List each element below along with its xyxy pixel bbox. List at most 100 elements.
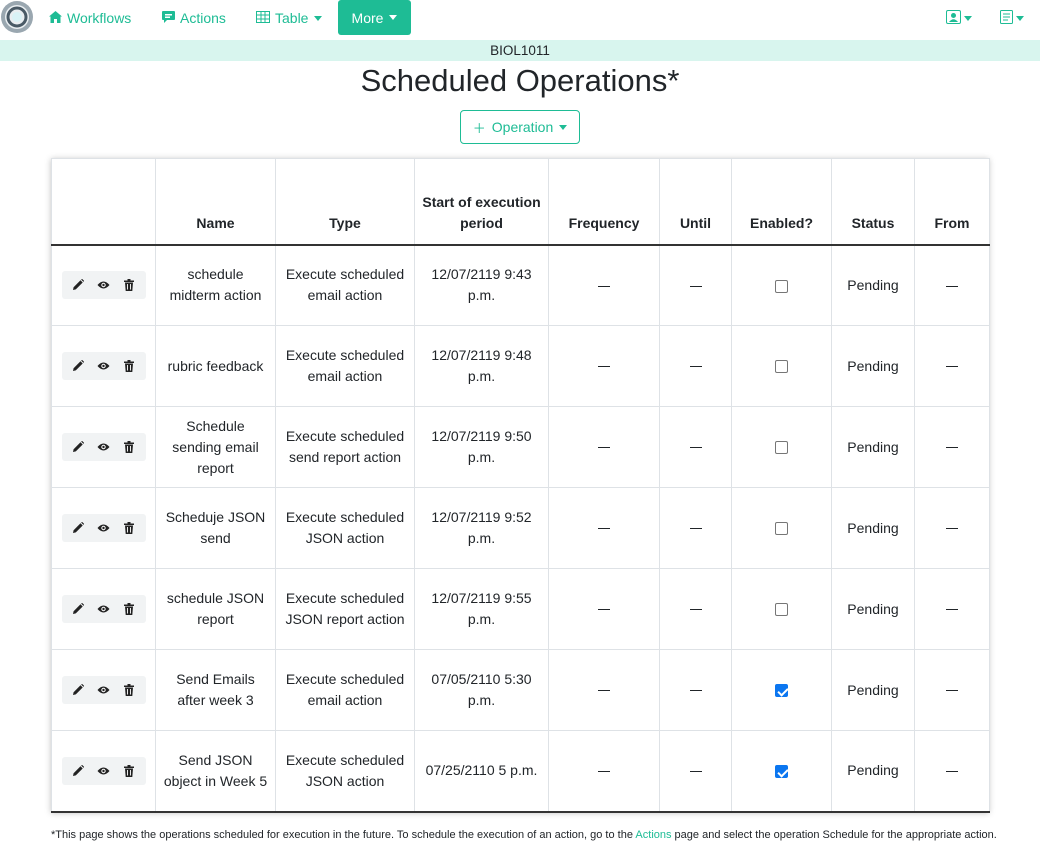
- row-operations-cell: [51, 325, 156, 407]
- empty-dash: [598, 771, 610, 773]
- row-operations-group: [61, 352, 146, 380]
- enabled-checkbox[interactable]: [775, 765, 788, 779]
- row-operations-group: [61, 514, 146, 542]
- column-header-from[interactable]: From: [914, 158, 990, 246]
- view-eye-icon[interactable]: [96, 359, 110, 373]
- empty-dash: [946, 447, 958, 449]
- view-eye-icon[interactable]: [96, 602, 110, 616]
- nav-more-dropdown[interactable]: More: [338, 0, 411, 35]
- table-header-row: Name Type Start of execution period Freq…: [51, 158, 990, 246]
- empty-dash: [689, 447, 702, 449]
- row-frequency: [548, 244, 660, 326]
- chevron-down-icon: [314, 15, 323, 21]
- empty-dash: [689, 285, 702, 287]
- row-type: Execute scheduled email action: [275, 325, 415, 407]
- add-operation-button[interactable]: ＋ Operation: [460, 110, 580, 144]
- table-icon: [256, 10, 270, 26]
- enabled-checkbox[interactable]: [775, 279, 788, 293]
- row-until: [659, 568, 732, 650]
- row-name: rubric feedback: [155, 325, 276, 407]
- edit-pencil-icon[interactable]: [71, 683, 85, 697]
- edit-pencil-icon[interactable]: [71, 602, 85, 616]
- row-operations-cell: [51, 487, 156, 569]
- enabled-checkbox[interactable]: [775, 684, 788, 698]
- empty-dash: [598, 528, 610, 530]
- delete-trash-icon[interactable]: [122, 521, 136, 535]
- column-header-operations: [51, 158, 156, 246]
- empty-dash: [689, 366, 702, 368]
- docs-menu-dropdown[interactable]: [1000, 9, 1024, 27]
- nav-actions[interactable]: Actions: [162, 0, 226, 36]
- column-header-status[interactable]: Status: [831, 158, 915, 246]
- comment-icon: [162, 10, 175, 26]
- user-menu-dropdown[interactable]: [946, 9, 972, 27]
- enabled-checkbox[interactable]: [775, 441, 788, 455]
- row-name: Send JSON object in Week 5: [155, 730, 276, 813]
- row-type: Execute scheduled email action: [275, 244, 415, 326]
- row-frequency: [548, 568, 660, 650]
- row-until: [659, 325, 732, 407]
- user-icon: [946, 9, 961, 27]
- row-enabled: [731, 325, 832, 407]
- column-header-until[interactable]: Until: [659, 158, 732, 246]
- column-header-name[interactable]: Name: [155, 158, 276, 246]
- delete-trash-icon[interactable]: [122, 602, 136, 616]
- table-row: Schedule sending email report Execute sc…: [51, 406, 990, 488]
- edit-pencil-icon[interactable]: [71, 359, 85, 373]
- nav-table-dropdown[interactable]: Table: [256, 0, 323, 36]
- table-row: Send Emails after week 3 Execute schedul…: [51, 649, 990, 731]
- enabled-checkbox[interactable]: [775, 360, 788, 374]
- plus-icon: ＋: [472, 120, 486, 136]
- empty-dash: [946, 366, 958, 368]
- enabled-checkbox[interactable]: [775, 522, 788, 536]
- row-start: 12/07/2119 9:55 p.m.: [414, 568, 549, 650]
- column-header-enabled[interactable]: Enabled?: [731, 158, 832, 246]
- row-start: 12/07/2119 9:48 p.m.: [414, 325, 549, 407]
- nav-workflows[interactable]: Workflows: [49, 0, 131, 36]
- row-type: Execute scheduled JSON report action: [275, 568, 415, 650]
- table-row: schedule midterm action Execute schedule…: [51, 244, 990, 326]
- view-eye-icon[interactable]: [96, 764, 110, 778]
- edit-pencil-icon[interactable]: [71, 440, 85, 454]
- nav-more-label: More: [351, 9, 384, 26]
- view-eye-icon[interactable]: [96, 521, 110, 535]
- view-eye-icon[interactable]: [96, 440, 110, 454]
- table-row: rubric feedback Execute scheduled email …: [51, 325, 990, 407]
- nav-actions-label: Actions: [180, 10, 226, 26]
- edit-pencil-icon[interactable]: [71, 521, 85, 535]
- row-operations-cell: [51, 568, 156, 650]
- row-operations-cell: [51, 730, 156, 813]
- row-status: Pending: [831, 649, 915, 731]
- row-from: [914, 568, 990, 650]
- edit-pencil-icon[interactable]: [71, 278, 85, 292]
- row-status: Pending: [831, 487, 915, 569]
- delete-trash-icon[interactable]: [122, 683, 136, 697]
- home-icon: [49, 10, 62, 26]
- row-frequency: [548, 649, 660, 731]
- ontask-logo[interactable]: [0, 0, 36, 36]
- row-enabled: [731, 568, 832, 650]
- empty-dash: [946, 771, 958, 773]
- delete-trash-icon[interactable]: [122, 278, 136, 292]
- row-frequency: [548, 730, 660, 813]
- enabled-checkbox[interactable]: [775, 603, 788, 617]
- empty-dash: [946, 690, 958, 692]
- column-header-type[interactable]: Type: [275, 158, 415, 246]
- row-type: Execute scheduled JSON action: [275, 487, 415, 569]
- column-header-frequency[interactable]: Frequency: [548, 158, 660, 246]
- row-name: Schedule sending email report: [155, 406, 276, 488]
- delete-trash-icon[interactable]: [122, 359, 136, 373]
- table-row: schedule JSON report Execute scheduled J…: [51, 568, 990, 650]
- actions-link[interactable]: Actions: [635, 829, 671, 841]
- row-frequency: [548, 487, 660, 569]
- chevron-down-icon: [389, 15, 398, 20]
- empty-dash: [946, 285, 958, 287]
- nav-workflows-label: Workflows: [67, 10, 132, 26]
- column-header-start[interactable]: Start of execution period: [414, 158, 549, 246]
- view-eye-icon[interactable]: [96, 278, 110, 292]
- delete-trash-icon[interactable]: [122, 440, 136, 454]
- row-name: Scheduje JSON send: [155, 487, 276, 569]
- view-eye-icon[interactable]: [96, 683, 110, 697]
- edit-pencil-icon[interactable]: [71, 764, 85, 778]
- delete-trash-icon[interactable]: [122, 764, 136, 778]
